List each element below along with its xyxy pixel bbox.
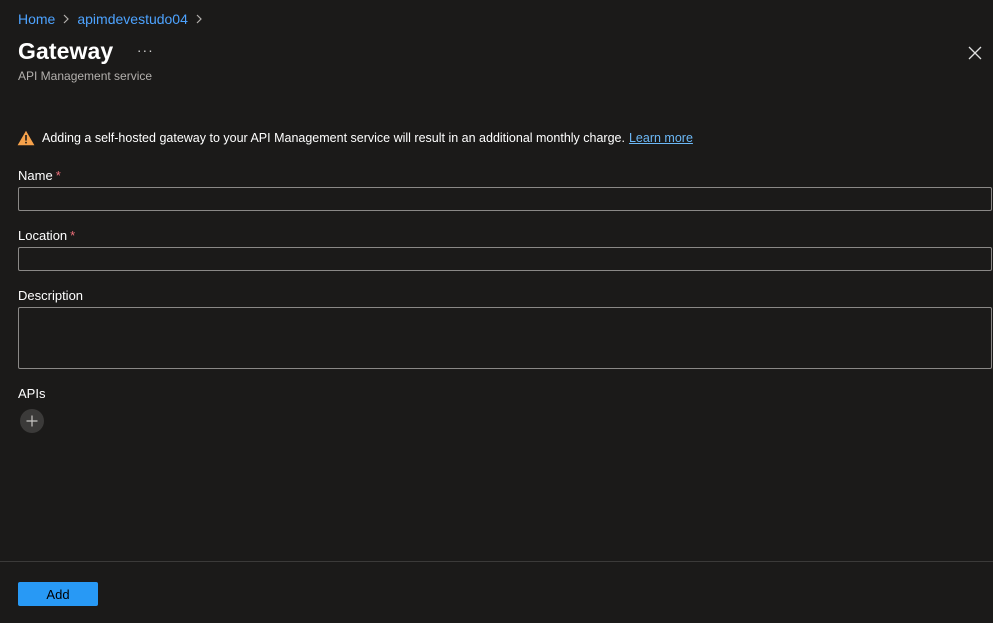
breadcrumb-service[interactable]: apimdevestudo04 bbox=[77, 11, 188, 27]
name-input[interactable] bbox=[18, 187, 992, 211]
name-label-text: Name bbox=[18, 168, 53, 183]
required-marker: * bbox=[70, 228, 76, 243]
name-label: Name * bbox=[18, 168, 61, 183]
close-icon bbox=[968, 46, 982, 60]
description-label: Description bbox=[18, 288, 84, 303]
apis-label: APIs bbox=[18, 386, 46, 401]
location-label-text: Location bbox=[18, 228, 68, 243]
warning-message: Adding a self-hosted gateway to your API… bbox=[17, 130, 693, 146]
chevron-right-icon bbox=[188, 10, 210, 28]
chevron-right-icon bbox=[55, 10, 77, 28]
learn-more-link[interactable]: Learn more bbox=[629, 131, 693, 145]
warning-icon bbox=[17, 130, 35, 146]
title-row: Gateway ··· bbox=[18, 38, 155, 65]
add-button[interactable]: Add bbox=[18, 582, 98, 606]
location-input[interactable] bbox=[18, 247, 992, 271]
gateway-panel: Home apimdevestudo04 Gateway ··· API Man… bbox=[0, 0, 993, 623]
breadcrumb-home[interactable]: Home bbox=[18, 11, 55, 27]
warning-text: Adding a self-hosted gateway to your API… bbox=[42, 131, 625, 145]
close-button[interactable] bbox=[964, 42, 986, 64]
page-title: Gateway bbox=[18, 38, 114, 64]
add-api-button[interactable] bbox=[20, 409, 44, 433]
footer-divider bbox=[0, 561, 993, 562]
page-subtitle: API Management service bbox=[18, 69, 153, 83]
more-options-button[interactable]: ··· bbox=[135, 40, 155, 60]
required-marker: * bbox=[55, 168, 61, 183]
location-label: Location * bbox=[18, 228, 75, 243]
description-textarea[interactable] bbox=[18, 307, 992, 369]
plus-icon bbox=[26, 415, 38, 427]
breadcrumb: Home apimdevestudo04 bbox=[18, 10, 210, 28]
